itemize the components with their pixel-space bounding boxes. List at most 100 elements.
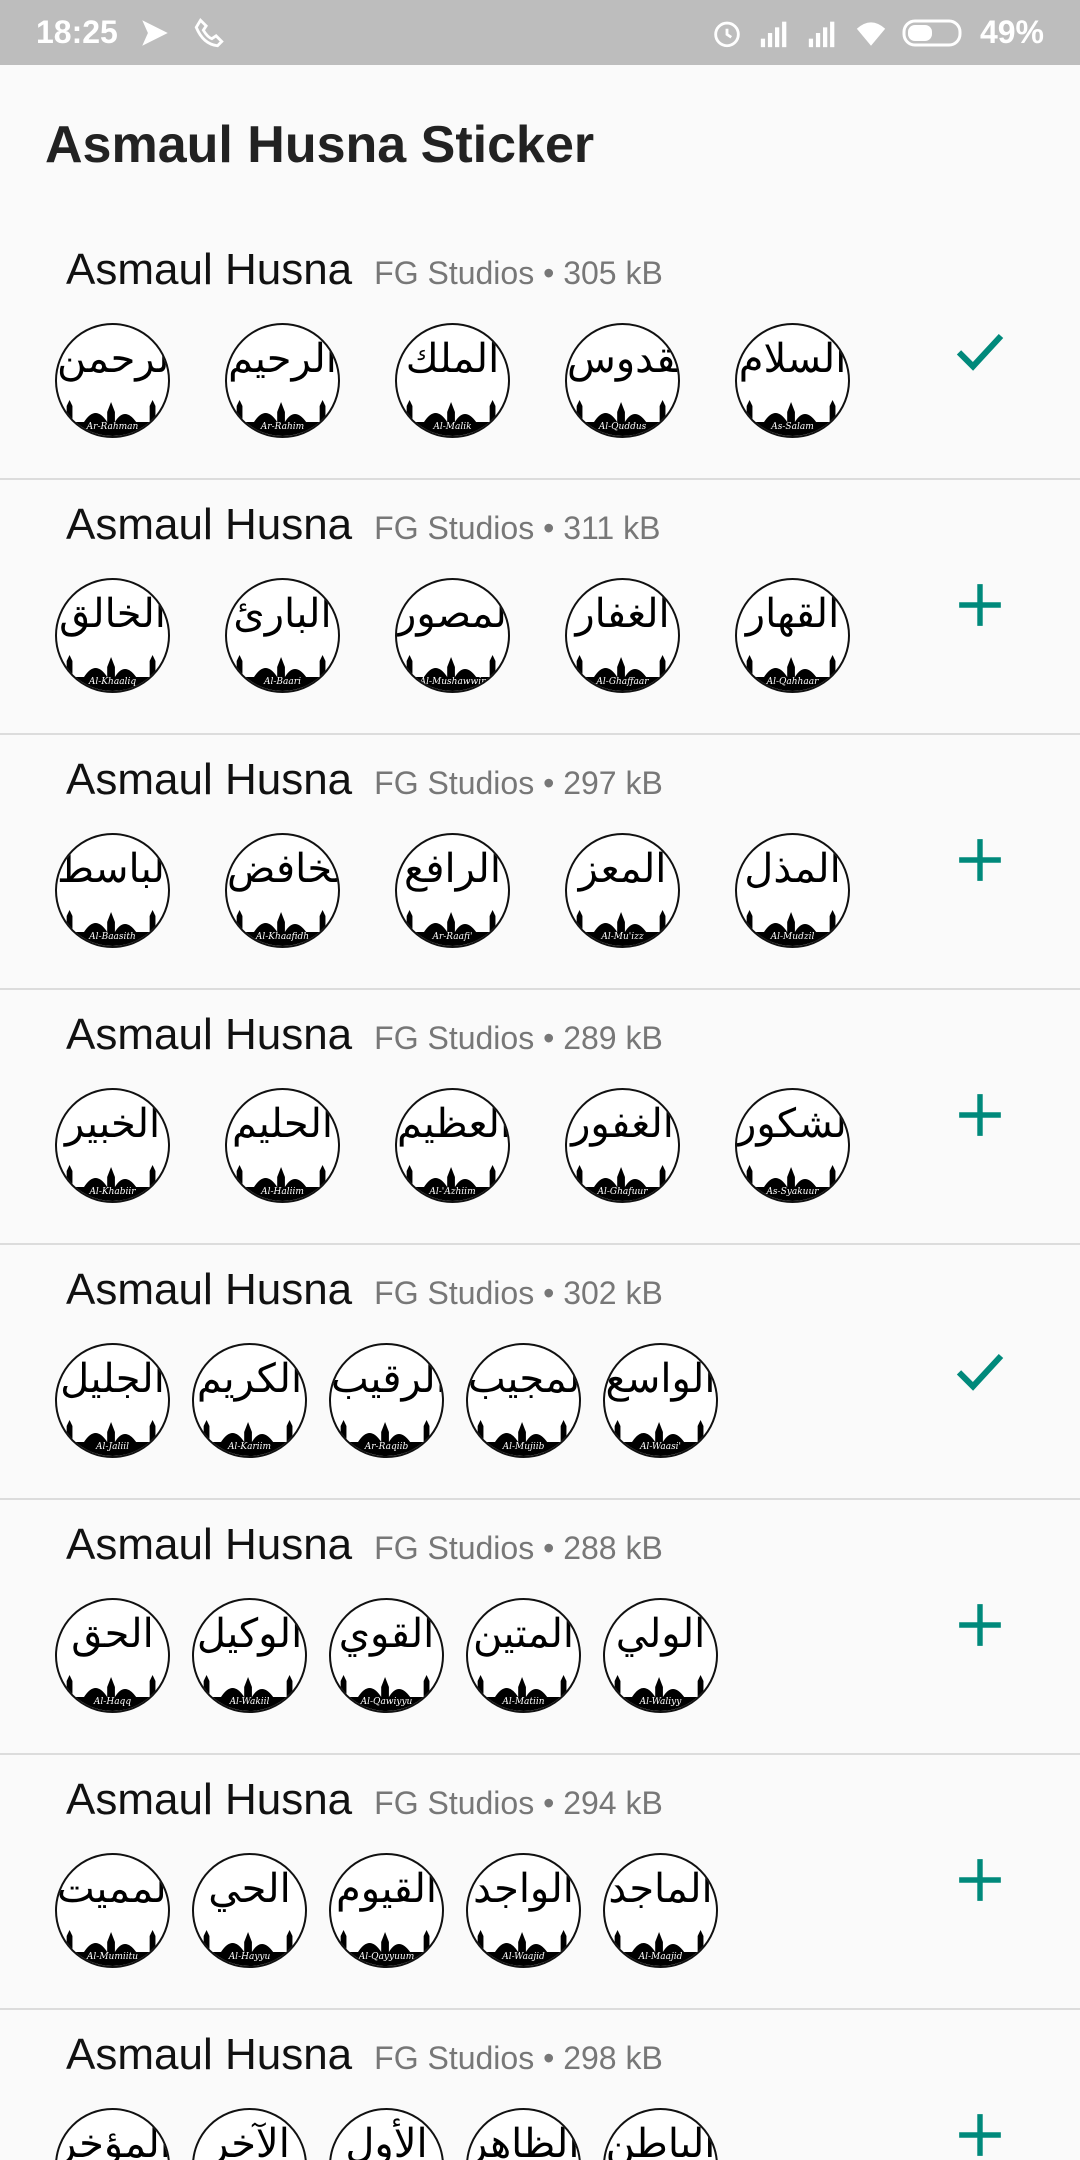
sticker-pack-row[interactable]: Asmaul Husna FG Studios • 298 kB المؤخر الآ… <box>0 2010 1080 2160</box>
sticker-pack-row[interactable]: Asmaul Husna FG Studios • 311 kB الخالق Al-… <box>0 480 1080 735</box>
sticker-caption: Al-Qawiyyu <box>360 1697 413 1707</box>
sticker-calligraphy: القيوم <box>335 1866 438 1912</box>
pack-name: Asmaul Husna <box>66 1265 353 1314</box>
sticker-thumbnail: القدوس Al-Quddus <box>565 323 680 438</box>
sticker-pack-row[interactable]: Asmaul Husna FG Studios • 294 kB المميت Al-… <box>0 1755 1080 2010</box>
sticker-pack-row[interactable]: Asmaul Husna FG Studios • 289 kB الخبير Al-… <box>0 990 1080 1245</box>
sticker-thumbnail: الوكيل Al-Wakiil <box>192 1598 307 1713</box>
pack-header: Asmaul Husna FG Studios • 298 kB <box>66 2030 663 2080</box>
sticker-caption: Al-Khaaliq <box>88 677 137 687</box>
sticker-calligraphy: المميت <box>57 1866 170 1912</box>
sticker-caption: Al-Kariim <box>227 1442 272 1452</box>
sticker-caption: Al-Mushawwir <box>419 677 486 687</box>
sticker-thumbnail: الرافع Ar-Raafi' <box>395 833 510 948</box>
pack-meta: FG Studios • 289 kB <box>374 1020 663 1057</box>
sticker-caption: Al-Maajid <box>638 1952 683 1962</box>
sticker-caption: Al-Jaliil <box>96 1442 129 1452</box>
sticker-calligraphy: الخافض <box>227 846 338 892</box>
status-bar: 18:25 49% <box>0 0 1080 65</box>
sticker-calligraphy: الأول <box>345 2121 428 2160</box>
pack-header: Asmaul Husna FG Studios • 297 kB <box>66 755 663 805</box>
sticker-calligraphy: الخالق <box>59 591 166 637</box>
add-pack-button[interactable] <box>950 575 1010 635</box>
pack-name: Asmaul Husna <box>66 245 353 294</box>
sticker-caption: As-Salam <box>771 422 814 432</box>
sticker-thumbnail: الماجد Al-Maajid <box>603 1853 718 1968</box>
sticker-thumbnail: الباسط Al-Baasith <box>55 833 170 948</box>
sticker-thumbnail: المميت Al-Mumiitu <box>55 1853 170 1968</box>
sticker-calligraphy: المجيب <box>468 1356 581 1402</box>
sticker-calligraphy: المتين <box>472 1611 574 1657</box>
sticker-caption: Al-Mujiib <box>502 1442 545 1452</box>
pack-publisher: FG Studios <box>374 1530 535 1566</box>
sticker-strip: الباسط Al-Baasith الخافض Al-Khaafidh الرافع A… <box>55 833 850 948</box>
sticker-pack-list: Asmaul Husna FG Studios • 305 kB الرحمن Ar-… <box>0 225 1080 2160</box>
sticker-calligraphy: الباطن <box>605 2121 716 2160</box>
added-check-button[interactable] <box>950 1340 1010 1400</box>
sticker-calligraphy: الغفور <box>571 1101 674 1147</box>
sticker-caption: Al-Waajid <box>502 1952 545 1962</box>
sticker-caption: Al-Wakiil <box>229 1697 270 1707</box>
app-header: Asmaul Husna Sticker <box>0 65 1080 225</box>
sticker-calligraphy: الوكيل <box>196 1611 303 1657</box>
sticker-calligraphy: الجليل <box>60 1356 165 1402</box>
sticker-strip: المميت Al-Mumiitu الحي Al-Hayyu القيوم Al-Qay… <box>55 1853 718 1968</box>
pack-header: Asmaul Husna FG Studios • 311 kB <box>66 500 660 550</box>
pack-name: Asmaul Husna <box>66 2030 353 2079</box>
pack-meta: FG Studios • 305 kB <box>374 255 663 292</box>
plus-icon <box>959 839 1001 881</box>
sticker-thumbnail: المذل Al-Mudzil <box>735 833 850 948</box>
added-check-button[interactable] <box>950 320 1010 380</box>
plus-icon <box>959 1859 1001 1901</box>
sticker-strip: الرحمن Ar-Rahman الرحيم Ar-Rahim الملك Al-Mal… <box>55 323 850 438</box>
sticker-caption: Al-Quddus <box>598 422 647 432</box>
sticker-caption: Ar-Rahim <box>260 422 305 432</box>
sticker-thumbnail: الشكور As-Syakuur <box>735 1088 850 1203</box>
sticker-calligraphy: القوي <box>338 1611 435 1657</box>
page-title: Asmaul Husna Sticker <box>45 116 595 174</box>
pack-header: Asmaul Husna FG Studios • 302 kB <box>66 1265 663 1315</box>
pack-size: 297 kB <box>563 765 663 801</box>
add-pack-button[interactable] <box>950 1595 1010 1655</box>
sticker-calligraphy: الحق <box>71 1611 154 1657</box>
separator-dot: • <box>534 1020 564 1056</box>
pack-header: Asmaul Husna FG Studios • 288 kB <box>66 1520 663 1570</box>
sticker-pack-row[interactable]: Asmaul Husna FG Studios • 305 kB الرحمن Ar-… <box>0 225 1080 480</box>
sticker-thumbnail: الخبير Al-Khabiir <box>55 1088 170 1203</box>
signal-icon <box>760 21 787 47</box>
pack-meta: FG Studios • 298 kB <box>374 2040 663 2077</box>
sticker-caption: Al-Mu'izz <box>601 932 644 942</box>
pack-meta: FG Studios • 297 kB <box>374 765 663 802</box>
sticker-calligraphy: الغفار <box>575 591 670 637</box>
pack-name: Asmaul Husna <box>66 1775 353 1824</box>
sticker-thumbnail: الغفور Al-Ghafuur <box>565 1088 680 1203</box>
add-pack-button[interactable] <box>950 1085 1010 1145</box>
sticker-caption: Al-Haliim <box>261 1187 304 1197</box>
sticker-pack-row[interactable]: Asmaul Husna FG Studios • 288 kB الحق Al-Ha… <box>0 1500 1080 1755</box>
sticker-calligraphy: القهار <box>745 591 840 637</box>
pack-name: Asmaul Husna <box>66 500 353 549</box>
sticker-thumbnail: القوي Al-Qawiyyu <box>329 1598 444 1713</box>
sticker-caption: Al-Khabiir <box>89 1187 136 1197</box>
sticker-thumbnail: المصور Al-Mushawwir <box>395 578 510 693</box>
sticker-thumbnail: الأول <box>329 2108 444 2160</box>
sticker-thumbnail: الجليل Al-Jaliil <box>55 1343 170 1458</box>
sticker-thumbnail: القيوم Al-Qayyuum <box>329 1853 444 1968</box>
pack-name: Asmaul Husna <box>66 755 353 804</box>
add-pack-button[interactable] <box>950 2105 1010 2160</box>
sticker-caption: Al-Hayyu <box>228 1952 271 1962</box>
sticker-calligraphy: البارئ <box>233 591 332 637</box>
add-pack-button[interactable] <box>950 830 1010 890</box>
sticker-pack-row[interactable]: Asmaul Husna FG Studios • 302 kB الجليل Al-… <box>0 1245 1080 1500</box>
sticker-caption: Al-Qahhaar <box>766 677 819 687</box>
sticker-thumbnail: الحق Al-Haqq <box>55 1598 170 1713</box>
sticker-caption: Al-Haqq <box>93 1697 132 1707</box>
pack-publisher: FG Studios <box>374 765 535 801</box>
sticker-pack-row[interactable]: Asmaul Husna FG Studios • 297 kB الباسط Al-… <box>0 735 1080 990</box>
pack-header: Asmaul Husna FG Studios • 305 kB <box>66 245 663 295</box>
check-icon <box>956 333 1004 371</box>
sticker-thumbnail: الرقيب Ar-Raqiib <box>329 1343 444 1458</box>
sticker-thumbnail: القهار Al-Qahhaar <box>735 578 850 693</box>
sticker-thumbnail: الخافض Al-Khaafidh <box>225 833 340 948</box>
add-pack-button[interactable] <box>950 1850 1010 1910</box>
